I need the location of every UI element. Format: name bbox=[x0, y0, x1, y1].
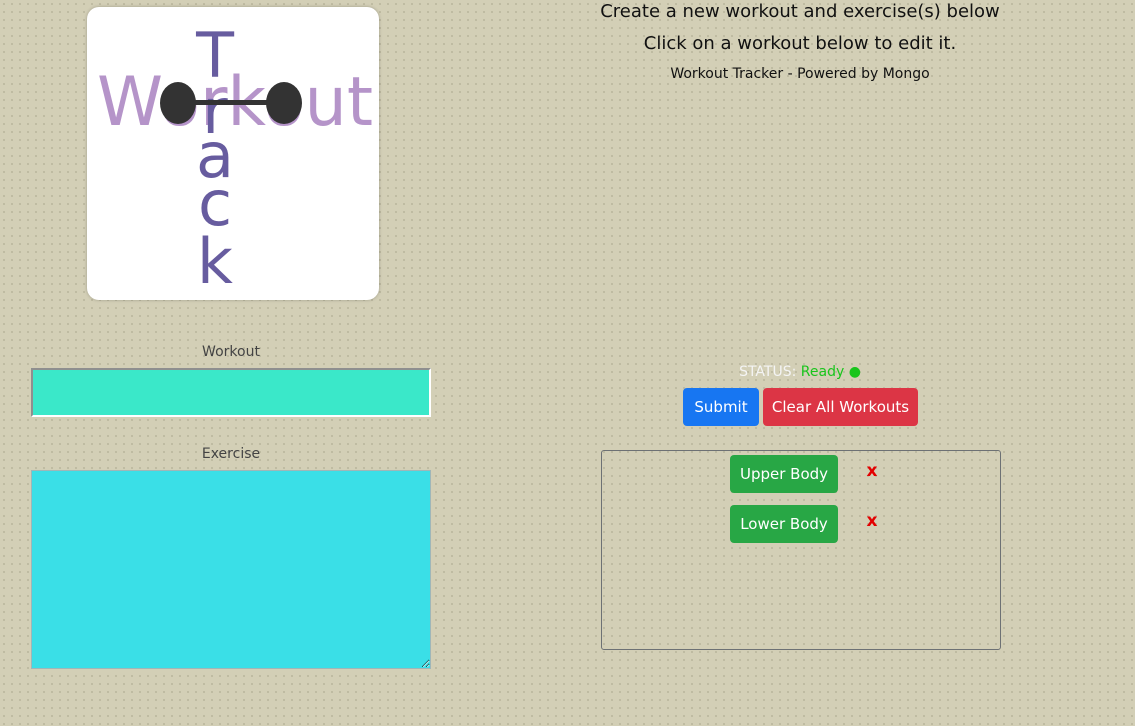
status-label: STATUS: bbox=[739, 364, 797, 380]
submit-button[interactable]: Submit bbox=[683, 388, 759, 426]
status-value: Ready ● bbox=[800, 364, 861, 380]
status-indicator: STATUS: Ready ● bbox=[700, 364, 900, 380]
workout-button-lower-body[interactable]: Lower Body bbox=[730, 505, 838, 543]
exercise-label: Exercise bbox=[201, 446, 261, 462]
delete-workout-lower-body[interactable]: x bbox=[865, 511, 879, 531]
logo-word-track: T r a c k bbox=[195, 19, 235, 298]
clear-all-workouts-button[interactable]: Clear All Workouts bbox=[763, 388, 918, 426]
workout-input[interactable] bbox=[31, 368, 431, 417]
logo-card: Workout T r a c k bbox=[87, 7, 379, 300]
delete-workout-upper-body[interactable]: x bbox=[865, 461, 879, 481]
header-subtitle: Workout Tracker - Powered by Mongo bbox=[670, 66, 930, 82]
workout-button-upper-body[interactable]: Upper Body bbox=[730, 455, 838, 493]
header-instruction-edit: Click on a workout below to edit it. bbox=[643, 33, 957, 54]
exercise-textarea[interactable] bbox=[31, 470, 431, 669]
workout-label: Workout bbox=[202, 344, 260, 360]
logo-letter: k bbox=[197, 225, 233, 298]
workout-list: Upper Body x Lower Body x bbox=[601, 450, 1001, 650]
header-instruction-create: Create a new workout and exercise(s) bel… bbox=[600, 1, 1000, 22]
workout-track-logo: Workout T r a c k bbox=[97, 19, 373, 298]
